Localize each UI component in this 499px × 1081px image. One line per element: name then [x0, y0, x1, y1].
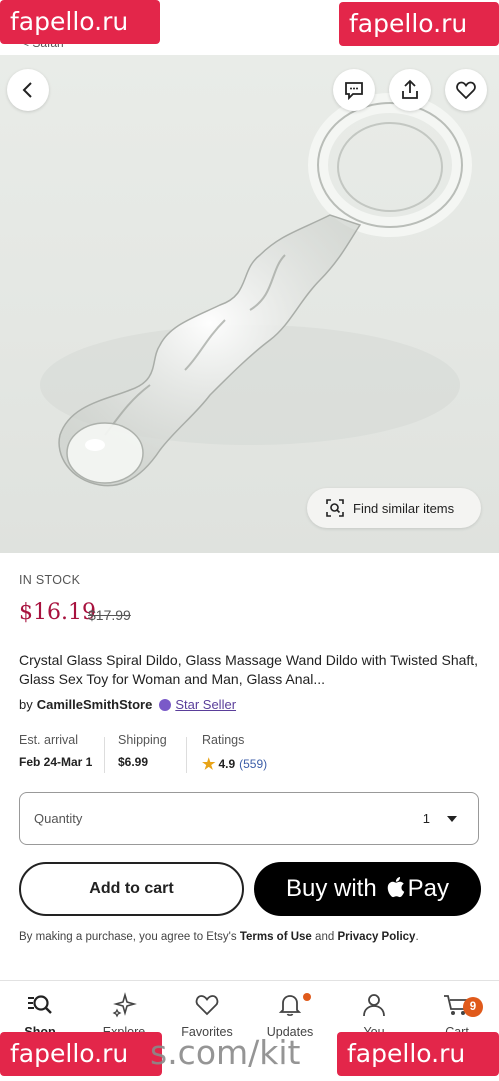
apple-pay-button[interactable]: Buy with Pay	[254, 862, 481, 916]
estimated-arrival: Est. arrival Feb 24-Mar 1	[19, 733, 92, 769]
terms-suffix: .	[415, 931, 419, 943]
heart-icon	[195, 995, 219, 1016]
visual-search-icon	[326, 499, 344, 517]
ratings-info[interactable]: Ratings ★ 4.9 (559)	[202, 733, 267, 773]
divider	[186, 737, 187, 773]
nav-updates[interactable]: Updates	[250, 991, 330, 1039]
quantity-label: Quantity	[34, 811, 83, 826]
find-similar-label: Find similar items	[353, 500, 455, 516]
watermark-top-left: fapello.ru	[0, 0, 160, 44]
seller-line: by CamilleSmithStore Star Seller	[19, 697, 236, 712]
rating-row: ★ 4.9 (559)	[202, 755, 267, 773]
divider	[104, 737, 105, 773]
shop-name-link[interactable]: CamilleSmithStore	[37, 697, 153, 712]
bell-icon	[278, 995, 302, 1016]
ratings-label: Ratings	[202, 733, 245, 747]
user-icon	[363, 994, 385, 1017]
rating-count-link[interactable]: (559)	[239, 757, 267, 771]
purchase-terms: By making a purchase, you agree to Etsy'…	[19, 931, 419, 943]
quantity-select[interactable]: Quantity 1	[19, 792, 479, 845]
search-icon	[28, 995, 52, 1014]
pay-label: Pay	[407, 875, 450, 902]
cart-count-badge: 9	[463, 997, 483, 1017]
watermark-bottom-right: fapello.ru	[337, 1032, 499, 1076]
rating-value: 4.9	[218, 757, 236, 771]
terms-prefix: By making a purchase, you agree to Etsy'…	[19, 931, 237, 943]
star-icon: ★	[202, 756, 216, 773]
terms-and: and	[315, 931, 335, 943]
product-image[interactable]: Find similar items	[0, 55, 499, 553]
message-icon	[345, 82, 363, 101]
sale-price: $16.19	[19, 600, 96, 625]
watermark-top-right: fapello.ru	[339, 2, 499, 46]
back-button[interactable]	[7, 69, 49, 111]
star-seller-link[interactable]: Star Seller	[175, 697, 236, 712]
product-title[interactable]: Crystal Glass Spiral Dildo, Glass Massag…	[19, 651, 484, 689]
chevron-left-icon	[22, 82, 32, 98]
apple-logo-icon	[387, 877, 404, 898]
watermark-bottom-left: fapello.ru	[0, 1032, 162, 1076]
shipping-value: $6.99	[118, 755, 149, 769]
buy-with-label: Buy with	[285, 875, 377, 902]
updates-indicator-dot	[303, 993, 311, 1001]
terms-of-use-link[interactable]: Terms of Use	[240, 931, 312, 943]
privacy-policy-link[interactable]: Privacy Policy	[337, 931, 415, 943]
sparkle-icon	[112, 992, 137, 1018]
watermark-bottom-center: s.com/kit	[150, 1033, 301, 1072]
add-to-cart-button[interactable]: Add to cart	[19, 862, 244, 916]
arrival-label: Est. arrival	[19, 733, 79, 747]
arrival-value: Feb 24-Mar 1	[19, 755, 93, 769]
message-seller-button[interactable]	[333, 69, 375, 111]
heart-icon	[456, 81, 476, 100]
favorite-button[interactable]	[445, 69, 487, 111]
share-button[interactable]	[389, 69, 431, 111]
quantity-value: 1	[422, 811, 430, 826]
star-seller-badge-icon	[159, 698, 172, 711]
by-prefix: by	[19, 697, 33, 712]
caret-down-icon	[447, 816, 457, 822]
find-similar-items-button[interactable]: Find similar items	[307, 488, 481, 528]
shipping-label: Shipping	[118, 733, 167, 747]
shipping-info: Shipping $6.99	[118, 733, 167, 769]
stock-status: IN STOCK	[19, 573, 81, 587]
original-price: $17.99	[88, 607, 131, 623]
share-icon	[402, 79, 418, 99]
nav-favorites[interactable]: Favorites	[167, 991, 247, 1039]
glass-product-illustration	[40, 93, 472, 487]
